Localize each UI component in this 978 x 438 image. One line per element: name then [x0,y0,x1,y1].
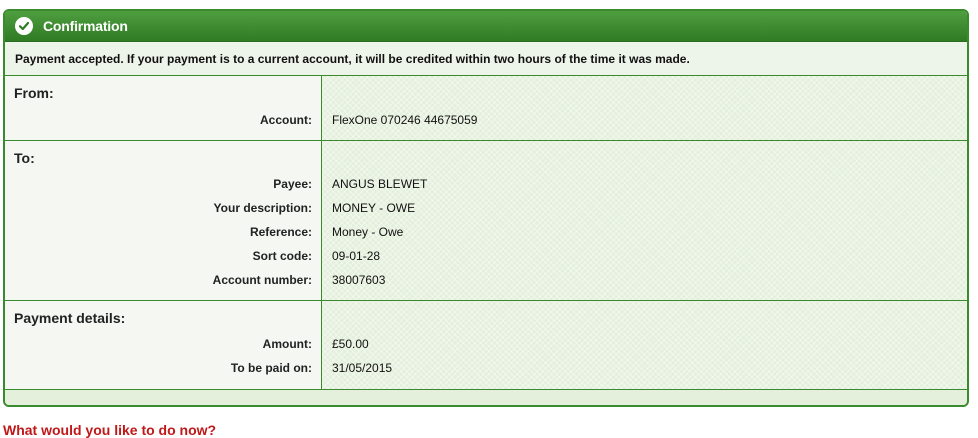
from-section: From: Account: FlexOne 070246 44675059 [5,76,967,141]
payee-label: Payee: [273,177,312,191]
panel-title: Confirmation [43,18,128,34]
reference-value: Money - Owe [332,225,404,239]
payment-accepted-notice: Payment accepted. If your payment is to … [5,42,967,76]
account-number-value: 38007603 [332,273,386,287]
payment-details-section: Payment details: Amount: To be paid on: … [5,301,967,390]
confirmation-panel: Confirmation Payment accepted. If your p… [3,9,969,407]
account-number-label: Account number: [212,273,312,287]
to-section: To: Payee: Your description: Reference: … [5,141,967,301]
next-actions-heading: What would you like to do now? [3,422,217,438]
amount-label: Amount: [262,337,312,351]
description-label: Your description: [213,201,312,215]
paid-on-value: 31/05/2015 [332,361,393,375]
payment-details-title: Payment details: [14,310,126,326]
sort-code-value: 09-01-28 [332,249,381,263]
description-value: MONEY - OWE [332,201,416,215]
reference-label: Reference: [249,225,312,239]
account-value: FlexOne 070246 44675059 [332,113,478,127]
from-title: From: [14,85,54,101]
sort-code-label: Sort code: [252,249,312,263]
panel-footer [5,390,967,405]
to-title: To: [14,150,35,166]
panel-header: Confirmation [5,11,967,42]
payee-value: ANGUS BLEWET [332,177,428,191]
amount-value: £50.00 [332,337,369,351]
check-circle-icon [15,17,33,35]
account-label: Account: [260,113,312,127]
paid-on-label: To be paid on: [230,361,312,375]
